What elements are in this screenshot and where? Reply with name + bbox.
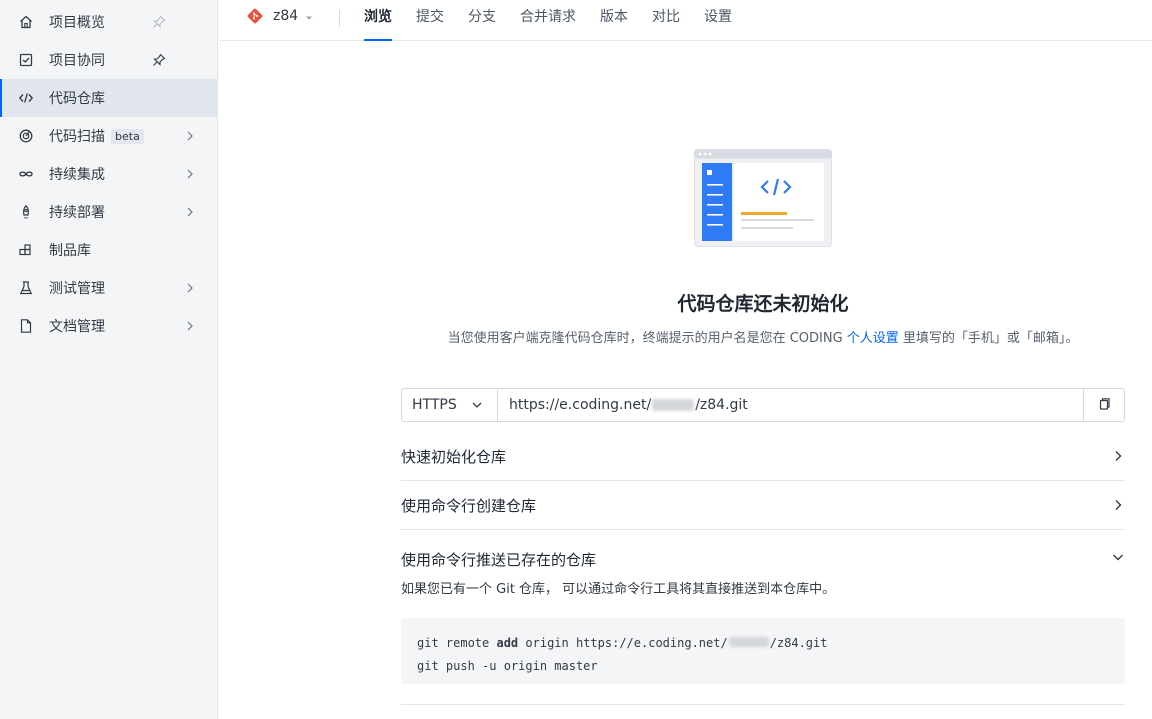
redacted-team-name [652,399,695,411]
beta-badge: beta [111,128,144,144]
chevron-right-icon [184,168,196,180]
cli-push-header[interactable]: 使用命令行推送已存在的仓库 [401,535,1125,583]
push-instructions: 如果您已有一个 Git 仓库， 可以通过命令行工具将其直接推送到本仓库中。 [401,582,836,597]
sidebar-item-label: 代码仓库 [49,91,105,107]
scan-icon [18,128,34,144]
repo-tabs: 浏览 提交 分支 合并请求 版本 对比 设置 [364,0,756,41]
sidebar-item-code-repo[interactable]: 代码仓库 [0,79,217,117]
tab-compare[interactable]: 对比 [652,0,680,41]
copy-icon [1097,396,1111,415]
sidebar-item-testing[interactable]: 测试管理 [0,269,217,307]
sidebar-item-ci[interactable]: 持续集成 [0,155,217,193]
sidebar-item-label: 文档管理 [49,319,105,335]
protocol-value: HTTPS [412,397,457,413]
package-icon [18,242,34,258]
sidebar-item-label: 项目概览 [49,15,105,31]
sidebar-item-overview[interactable]: 项目概览 [0,3,217,41]
code-keyword: add [496,636,519,650]
clone-url-suffix: /z84.git [695,397,748,413]
command-block: git remote add origin https://e.coding.n… [401,618,1125,684]
document-icon [18,318,34,334]
chevron-down-icon [471,399,483,411]
home-icon [18,14,34,30]
tab-browse[interactable]: 浏览 [364,0,392,41]
sidebar-item-label: 项目协同 [49,53,105,69]
command-line: git push -u origin master [417,659,598,673]
sidebar-item-label: 测试管理 [49,281,105,297]
sidebar-item-label: 制品库 [49,243,91,259]
chevron-right-icon [1111,498,1125,512]
clone-url-prefix: https://e.coding.net/ [509,397,652,413]
pin-icon[interactable] [152,53,166,67]
tab-releases[interactable]: 版本 [600,0,628,41]
divider [339,10,340,27]
cli-create-header[interactable]: 使用命令行创建仓库 [401,481,1125,530]
description-text: 里填写的「手机」或「邮箱」。 [898,331,1079,346]
sidebar-item-artifacts[interactable]: 制品库 [0,231,217,269]
chevron-down-icon [1111,550,1125,568]
section-title: 快速初始化仓库 [401,447,507,466]
clone-url-box: HTTPS https://e.coding.net/ /z84.git [401,388,1125,422]
repo-switcher[interactable]: z84 [247,8,314,24]
personal-settings-link[interactable]: 个人设置 [847,331,899,346]
section-cli-create: 使用命令行创建仓库 [401,481,1125,530]
redacted-team-name [728,637,769,647]
page-description: 当您使用客户端克隆代码仓库时，终端提示的用户名是您在 CODING 个人设置 里… [401,327,1125,346]
code-text: git remote [417,636,497,650]
repo-name: z84 [273,8,299,24]
protocol-select[interactable]: HTTPS [402,389,498,421]
caret-down-icon [304,11,314,21]
rocket-icon [18,204,34,220]
code-text: origin https://e.coding.net/ [518,636,728,650]
clone-url-field[interactable]: https://e.coding.net/ /z84.git [498,389,1083,421]
tab-commits[interactable]: 提交 [416,0,444,41]
tab-settings[interactable]: 设置 [704,0,732,41]
top-nav: z84 浏览 提交 分支 合并请求 版本 对比 设置 [219,0,1152,41]
description-text: 当您使用客户端克隆代码仓库时，终端提示的用户名是您在 CODING [447,331,847,346]
tab-branches[interactable]: 分支 [468,0,496,41]
checkbox-icon [18,52,34,68]
git-logo-icon [247,8,263,24]
tab-merge-requests[interactable]: 合并请求 [520,0,576,41]
empty-repo-illustration [694,149,832,247]
pin-icon[interactable] [152,15,166,29]
command-line: git remote add origin https://e.coding.n… [417,632,1109,655]
sidebar-item-docs[interactable]: 文档管理 [0,307,217,345]
chevron-right-icon [184,206,196,218]
section-quick-init: 快速初始化仓库 [401,432,1125,481]
infinity-icon [18,166,34,182]
section-title: 使用命令行推送已存在的仓库 [401,550,597,569]
page-title: 代码仓库还未初始化 [677,293,849,315]
sidebar-item-label: 持续集成 [49,167,105,183]
sidebar-item-collaboration[interactable]: 项目协同 [0,41,217,79]
chevron-right-icon [1111,449,1125,463]
sidebar-item-label: 持续部署 [49,205,105,221]
chevron-right-icon [184,282,196,294]
quick-init-header[interactable]: 快速初始化仓库 [401,432,1125,481]
divider [401,704,1125,705]
chevron-right-icon [184,130,196,142]
chevron-right-icon [184,320,196,332]
sidebar: 项目概览 项目协同 代码仓库 代码扫描 beta 持续集成 持续部署 制品库 测… [0,0,218,719]
code-text: /z84.git [769,636,828,650]
sidebar-item-label: 代码扫描 [49,129,105,145]
section-title: 使用命令行创建仓库 [401,496,537,515]
section-cli-push: 使用命令行推送已存在的仓库 [401,535,1125,583]
sidebar-item-code-scan[interactable]: 代码扫描 beta [0,117,217,155]
sidebar-item-cd[interactable]: 持续部署 [0,193,217,231]
flask-icon [18,280,34,296]
code-icon [18,90,34,106]
copy-button[interactable] [1083,389,1124,421]
